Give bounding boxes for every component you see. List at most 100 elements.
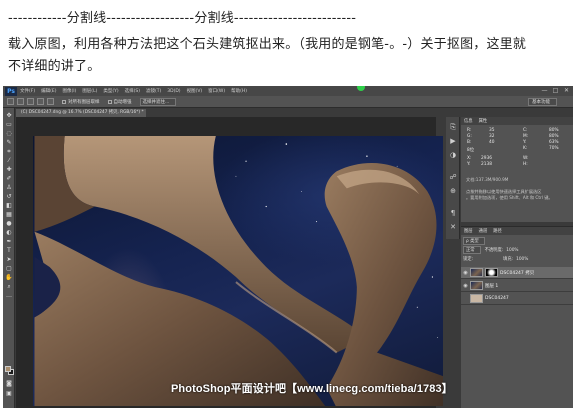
info-g-value: 32 bbox=[489, 134, 495, 139]
maximize-button[interactable]: □ bbox=[552, 87, 559, 94]
menu-filter[interactable]: 滤镜(T) bbox=[146, 88, 161, 94]
info-c-label: C: bbox=[523, 128, 528, 133]
zoom-tool-icon[interactable]: ⌕ bbox=[5, 283, 13, 290]
eraser-tool-icon[interactable]: ◧ bbox=[5, 202, 13, 209]
photoshop-logo: Ps bbox=[5, 86, 17, 96]
menu-view[interactable]: 视图(V) bbox=[187, 88, 203, 94]
tab-layers[interactable]: 图层 bbox=[464, 228, 473, 234]
blend-mode-select[interactable]: 正常 bbox=[463, 246, 481, 254]
lock-label: 锁定: bbox=[463, 257, 474, 262]
menu-select[interactable]: 选择(S) bbox=[125, 88, 140, 94]
shape-tool-icon[interactable]: ▢ bbox=[5, 265, 13, 272]
opacity-value[interactable]: 100% bbox=[506, 248, 518, 253]
layer-filter-select[interactable]: ρ 类型 bbox=[463, 237, 485, 245]
lasso-tool-icon[interactable]: ◌ bbox=[5, 130, 13, 137]
gradient-tool-icon[interactable]: ▦ bbox=[5, 211, 13, 218]
menu-type[interactable]: 类型(Y) bbox=[103, 88, 118, 94]
path-select-tool-icon[interactable]: ➤ bbox=[5, 256, 13, 263]
lock-row: 锁定: 填充: 100% bbox=[463, 255, 571, 263]
tab-info[interactable]: 信息 bbox=[464, 118, 473, 124]
screen-mode-icon[interactable]: ▣ bbox=[5, 390, 13, 397]
stamp-tool-icon[interactable]: ♙ bbox=[5, 184, 13, 191]
document-tab[interactable]: (C) DSC04247.dng @ 16.7% (DSC04247 拷贝, R… bbox=[16, 109, 146, 117]
visibility-eye-icon[interactable]: ◉ bbox=[461, 270, 470, 276]
menu-window[interactable]: 窗口(W) bbox=[208, 88, 225, 94]
info-b-value: 40 bbox=[489, 140, 495, 145]
layer-row[interactable]: ◉ 图层 1 bbox=[461, 280, 573, 292]
opacity-label: 不透明度: bbox=[484, 248, 504, 253]
subtract-selection-icon[interactable] bbox=[37, 98, 44, 105]
more-tools-icon[interactable]: … bbox=[5, 292, 13, 299]
tab-properties[interactable]: 属性 bbox=[479, 118, 488, 124]
layer-name: DSC04247 bbox=[485, 296, 509, 301]
info-x-value: 2936 bbox=[481, 156, 492, 161]
options-bar: 对所有图层取样 自动增强 选择并遮住... 基本功能 bbox=[3, 96, 573, 108]
menu-file[interactable]: 文件(F) bbox=[20, 88, 35, 94]
menu-help[interactable]: 帮助(H) bbox=[231, 88, 247, 94]
crop-tool-icon[interactable]: ⌗ bbox=[5, 148, 13, 155]
actions-icon[interactable]: ▶ bbox=[449, 137, 457, 145]
tab-channels[interactable]: 通道 bbox=[479, 228, 488, 234]
workspace-select[interactable]: 基本功能 bbox=[528, 98, 557, 106]
info-y-label: Y: bbox=[523, 140, 527, 145]
menu-layer[interactable]: 图层(L) bbox=[82, 88, 97, 94]
tool-preset-icon[interactable] bbox=[7, 98, 14, 105]
brush-settings-icon[interactable]: ☍ bbox=[449, 173, 457, 181]
blur-tool-icon[interactable]: ● bbox=[5, 220, 13, 227]
history-icon[interactable]: ⎘ bbox=[449, 123, 457, 131]
minimize-button[interactable]: — bbox=[541, 87, 548, 94]
brush-tool-icon[interactable]: ✐ bbox=[5, 175, 13, 182]
quick-mask-icon[interactable]: ◙ bbox=[5, 380, 13, 387]
refine-edge-button[interactable]: 选择并遮住... bbox=[139, 97, 177, 106]
info-c-value: 80% bbox=[549, 128, 559, 133]
pen-tool-icon[interactable]: ✒ bbox=[5, 238, 13, 245]
type-tool-icon[interactable]: T bbox=[5, 247, 13, 254]
layer-row[interactable]: DSC04247 bbox=[461, 293, 573, 305]
eyedropper-tool-icon[interactable]: ⁄ bbox=[5, 157, 13, 164]
paragraph-line-2: 不详细的讲了。 bbox=[8, 59, 101, 74]
add-selection-icon[interactable] bbox=[27, 98, 34, 105]
info-panel-tabs: 信息 属性 bbox=[461, 117, 573, 125]
clone-source-icon[interactable]: ⊕ bbox=[449, 187, 457, 195]
info-y-coord-value: 2138 bbox=[481, 162, 492, 167]
quick-select-tool-icon[interactable]: ✎ bbox=[5, 139, 13, 146]
layer-row[interactable]: ◉ DSC04247 拷贝 bbox=[461, 267, 573, 279]
fill-value[interactable]: 100% bbox=[516, 257, 528, 262]
history-brush-tool-icon[interactable]: ↺ bbox=[5, 193, 13, 200]
auto-enhance-label: 自动增强 bbox=[113, 99, 132, 105]
visibility-eye-icon[interactable]: ◉ bbox=[461, 283, 470, 289]
menu-3d[interactable]: 3D(D) bbox=[167, 89, 180, 94]
marquee-tool-icon[interactable]: ▭ bbox=[5, 121, 13, 128]
move-tool-icon[interactable]: ✥ bbox=[5, 112, 13, 119]
info-y-value: 63% bbox=[549, 140, 559, 145]
close-button[interactable]: ✕ bbox=[563, 87, 570, 94]
layer-mask-thumbnail[interactable] bbox=[485, 268, 498, 277]
separator-line: ------------分割线------------------分割线----… bbox=[8, 11, 357, 26]
tool-hint-line-2: 。要用附加选项，使用 Shift、Alt 和 Ctrl 键。 bbox=[466, 195, 553, 200]
article-text: ------------分割线------------------分割线----… bbox=[0, 0, 582, 84]
tools-panel: ✥ ▭ ◌ ✎ ⌗ ⁄ ✚ ✐ ♙ ↺ ◧ ▦ ● ◐ ✒ T ➤ ▢ ✋ ⌕ … bbox=[3, 108, 15, 408]
menu-image[interactable]: 图像(I) bbox=[62, 88, 76, 94]
layer-thumbnail bbox=[470, 268, 483, 277]
tab-paths[interactable]: 路径 bbox=[493, 228, 502, 234]
adjustments-icon[interactable]: ◑ bbox=[449, 151, 457, 159]
new-selection-icon[interactable] bbox=[17, 98, 24, 105]
brush-size-icon[interactable] bbox=[47, 98, 54, 105]
foreground-color-swatch[interactable] bbox=[5, 366, 11, 372]
hand-tool-icon[interactable]: ✋ bbox=[5, 274, 13, 281]
info-k-label: K: bbox=[523, 146, 528, 151]
info-w-label: W: bbox=[523, 156, 529, 161]
healing-tool-icon[interactable]: ✚ bbox=[5, 166, 13, 173]
menu-edit[interactable]: 编辑(E) bbox=[41, 88, 56, 94]
sample-all-checkbox[interactable] bbox=[62, 99, 66, 104]
auto-enhance-checkbox[interactable] bbox=[107, 99, 112, 104]
dodge-tool-icon[interactable]: ◐ bbox=[5, 229, 13, 236]
info-x-label: X: bbox=[467, 156, 472, 161]
canvas-image[interactable] bbox=[33, 136, 443, 406]
layers-panel-tabs: 图层 通道 路径 bbox=[461, 227, 573, 235]
info-r-value: 35 bbox=[489, 128, 495, 133]
info-y-coord-label: Y: bbox=[467, 162, 471, 167]
info-g-label: G: bbox=[467, 134, 472, 139]
paragraph-icon[interactable]: ¶ bbox=[449, 209, 457, 217]
tools-preset-icon[interactable]: ✕ bbox=[449, 223, 457, 231]
